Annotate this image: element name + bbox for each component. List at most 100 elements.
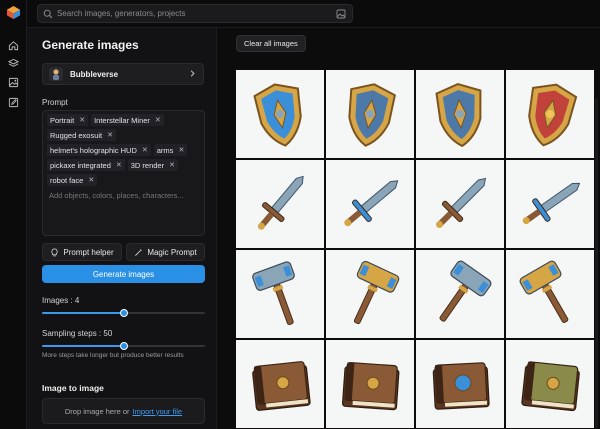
prompt-input[interactable]: Portrait ✕ Interstellar Miner ✕ Rugged exosu… (42, 110, 205, 236)
remove-tag-icon[interactable]: ✕ (142, 146, 148, 154)
generated-image-book[interactable] (506, 340, 594, 428)
hammer-illustration (252, 261, 295, 326)
book-illustration (432, 362, 490, 410)
dropzone-text: Drop image here or (64, 406, 130, 416)
prompt-tag-label: 3D render (130, 160, 165, 170)
images-count-label: Images : 4 (42, 296, 80, 305)
prompt-tag-label: arms (156, 145, 174, 155)
remove-tag-icon[interactable]: ✕ (88, 176, 94, 184)
prompt-tag-label: helmet's holographic HUD (50, 145, 137, 155)
prompt-label: Prompt (42, 98, 68, 107)
prompt-tag[interactable]: 3D render ✕ (127, 159, 178, 171)
search-input[interactable]: Search images, generators, projects (57, 9, 186, 18)
generate-panel: Generate images Bubbleverse Prompt Portr… (27, 28, 217, 429)
prompt-tag[interactable]: pickaxe integrated ✕ (47, 159, 125, 171)
generated-image-hammer[interactable] (416, 250, 504, 338)
top-bar: Search images, generators, projects (27, 0, 600, 28)
search-icon (43, 9, 53, 19)
model-selector[interactable]: Bubbleverse (42, 63, 204, 85)
scrollbar[interactable] (595, 98, 598, 428)
prompt-tag[interactable]: helmet's holographic HUD ✕ (47, 144, 151, 156)
generate-images-button[interactable]: Generate images (42, 265, 205, 283)
book-illustration (252, 361, 311, 411)
generated-image-shield[interactable] (236, 70, 324, 158)
prompt-helper-label: Prompt helper (63, 247, 114, 257)
search-bar[interactable]: Search images, generators, projects (37, 4, 353, 23)
hammer-illustration (439, 260, 492, 322)
sampling-steps-slider[interactable] (42, 342, 205, 350)
generated-image-hammer[interactable] (236, 250, 324, 338)
generated-image-shield[interactable] (506, 70, 594, 158)
prompt-tag-label: Interstellar Miner (94, 115, 150, 125)
prompt-tag[interactable]: Portrait ✕ (47, 114, 89, 126)
sampling-steps-label: Sampling steps : 50 (42, 329, 113, 338)
image-to-image-title: Image to image (42, 383, 104, 393)
prompt-tag-label: pickaxe integrated (50, 160, 111, 170)
shield-illustration (528, 83, 578, 147)
magic-prompt-label: Magic Prompt (147, 247, 197, 257)
image-icon[interactable] (8, 77, 19, 88)
prompt-tag[interactable]: arms ✕ (153, 144, 188, 156)
prompt-tag[interactable]: robot face ✕ (47, 174, 98, 186)
images-slider-fill (42, 312, 124, 314)
remove-tag-icon[interactable]: ✕ (178, 146, 184, 154)
generated-image-hammer[interactable] (326, 250, 414, 338)
prompt-tag-label: robot face (50, 175, 84, 185)
book-illustration (521, 361, 580, 412)
remove-tag-icon[interactable]: ✕ (155, 116, 161, 124)
sword-illustration (344, 180, 399, 227)
generated-image-sword[interactable] (506, 160, 594, 248)
remove-tag-icon[interactable]: ✕ (107, 131, 113, 139)
shield-illustration (253, 83, 302, 147)
prompt-helper-button[interactable]: Prompt helper (42, 243, 122, 261)
image-grid (236, 70, 600, 429)
image-search-icon[interactable] (336, 9, 346, 19)
images-slider-thumb[interactable] (119, 309, 128, 317)
prompt-tag-label: Portrait (50, 115, 75, 125)
clear-all-images-button[interactable]: Clear all images (236, 35, 306, 52)
layers-icon[interactable] (8, 58, 19, 69)
sword-illustration (522, 182, 581, 225)
shield-illustration (348, 83, 396, 147)
prompt-placeholder[interactable]: Add objects, colors, places, characters.… (49, 191, 184, 200)
magic-prompt-button[interactable]: Magic Prompt (126, 243, 205, 261)
lightbulb-icon (51, 247, 58, 256)
sword-illustration (257, 175, 304, 230)
remove-tag-icon[interactable]: ✕ (169, 161, 175, 169)
generated-image-sword[interactable] (236, 160, 324, 248)
hammer-illustration (353, 260, 400, 325)
image-dropzone[interactable]: Drop image here or Import your file (42, 398, 205, 424)
generated-image-book[interactable] (326, 340, 414, 428)
shield-illustration (435, 83, 482, 148)
home-icon[interactable] (8, 40, 19, 51)
magic-wand-icon (135, 248, 143, 256)
import-file-link[interactable]: Import your file (133, 407, 183, 416)
chevron-right-icon (190, 70, 195, 77)
prompt-tag[interactable]: Interstellar Miner ✕ (91, 114, 164, 126)
generated-image-shield[interactable] (326, 70, 414, 158)
app-logo-icon[interactable] (6, 5, 21, 20)
prompt-tags: Portrait ✕ Interstellar Miner ✕ Rugged exosu… (47, 114, 201, 186)
results-area: Clear all images (218, 28, 600, 429)
generated-image-book[interactable] (236, 340, 324, 428)
model-thumbnail (49, 67, 63, 81)
prompt-tag-label: Rugged exosuit (50, 130, 103, 140)
generated-image-book[interactable] (416, 340, 504, 428)
panel-title: Generate images (42, 38, 139, 52)
book-illustration (341, 361, 400, 411)
sampling-steps-slider-thumb[interactable] (119, 342, 128, 350)
hammer-illustration (519, 260, 569, 323)
sampling-steps-hint: More steps take longer but produce bette… (42, 352, 184, 359)
sampling-steps-slider-fill (42, 345, 124, 347)
generated-image-hammer[interactable] (506, 250, 594, 338)
remove-tag-icon[interactable]: ✕ (79, 116, 85, 124)
generated-image-sword[interactable] (416, 160, 504, 248)
images-slider[interactable] (42, 309, 205, 317)
generated-image-sword[interactable] (326, 160, 414, 248)
model-name: Bubbleverse (70, 70, 119, 79)
edit-icon[interactable] (8, 97, 19, 108)
nav-rail (0, 0, 27, 429)
remove-tag-icon[interactable]: ✕ (116, 161, 122, 169)
generated-image-shield[interactable] (416, 70, 504, 158)
prompt-tag[interactable]: Rugged exosuit ✕ (47, 129, 116, 141)
